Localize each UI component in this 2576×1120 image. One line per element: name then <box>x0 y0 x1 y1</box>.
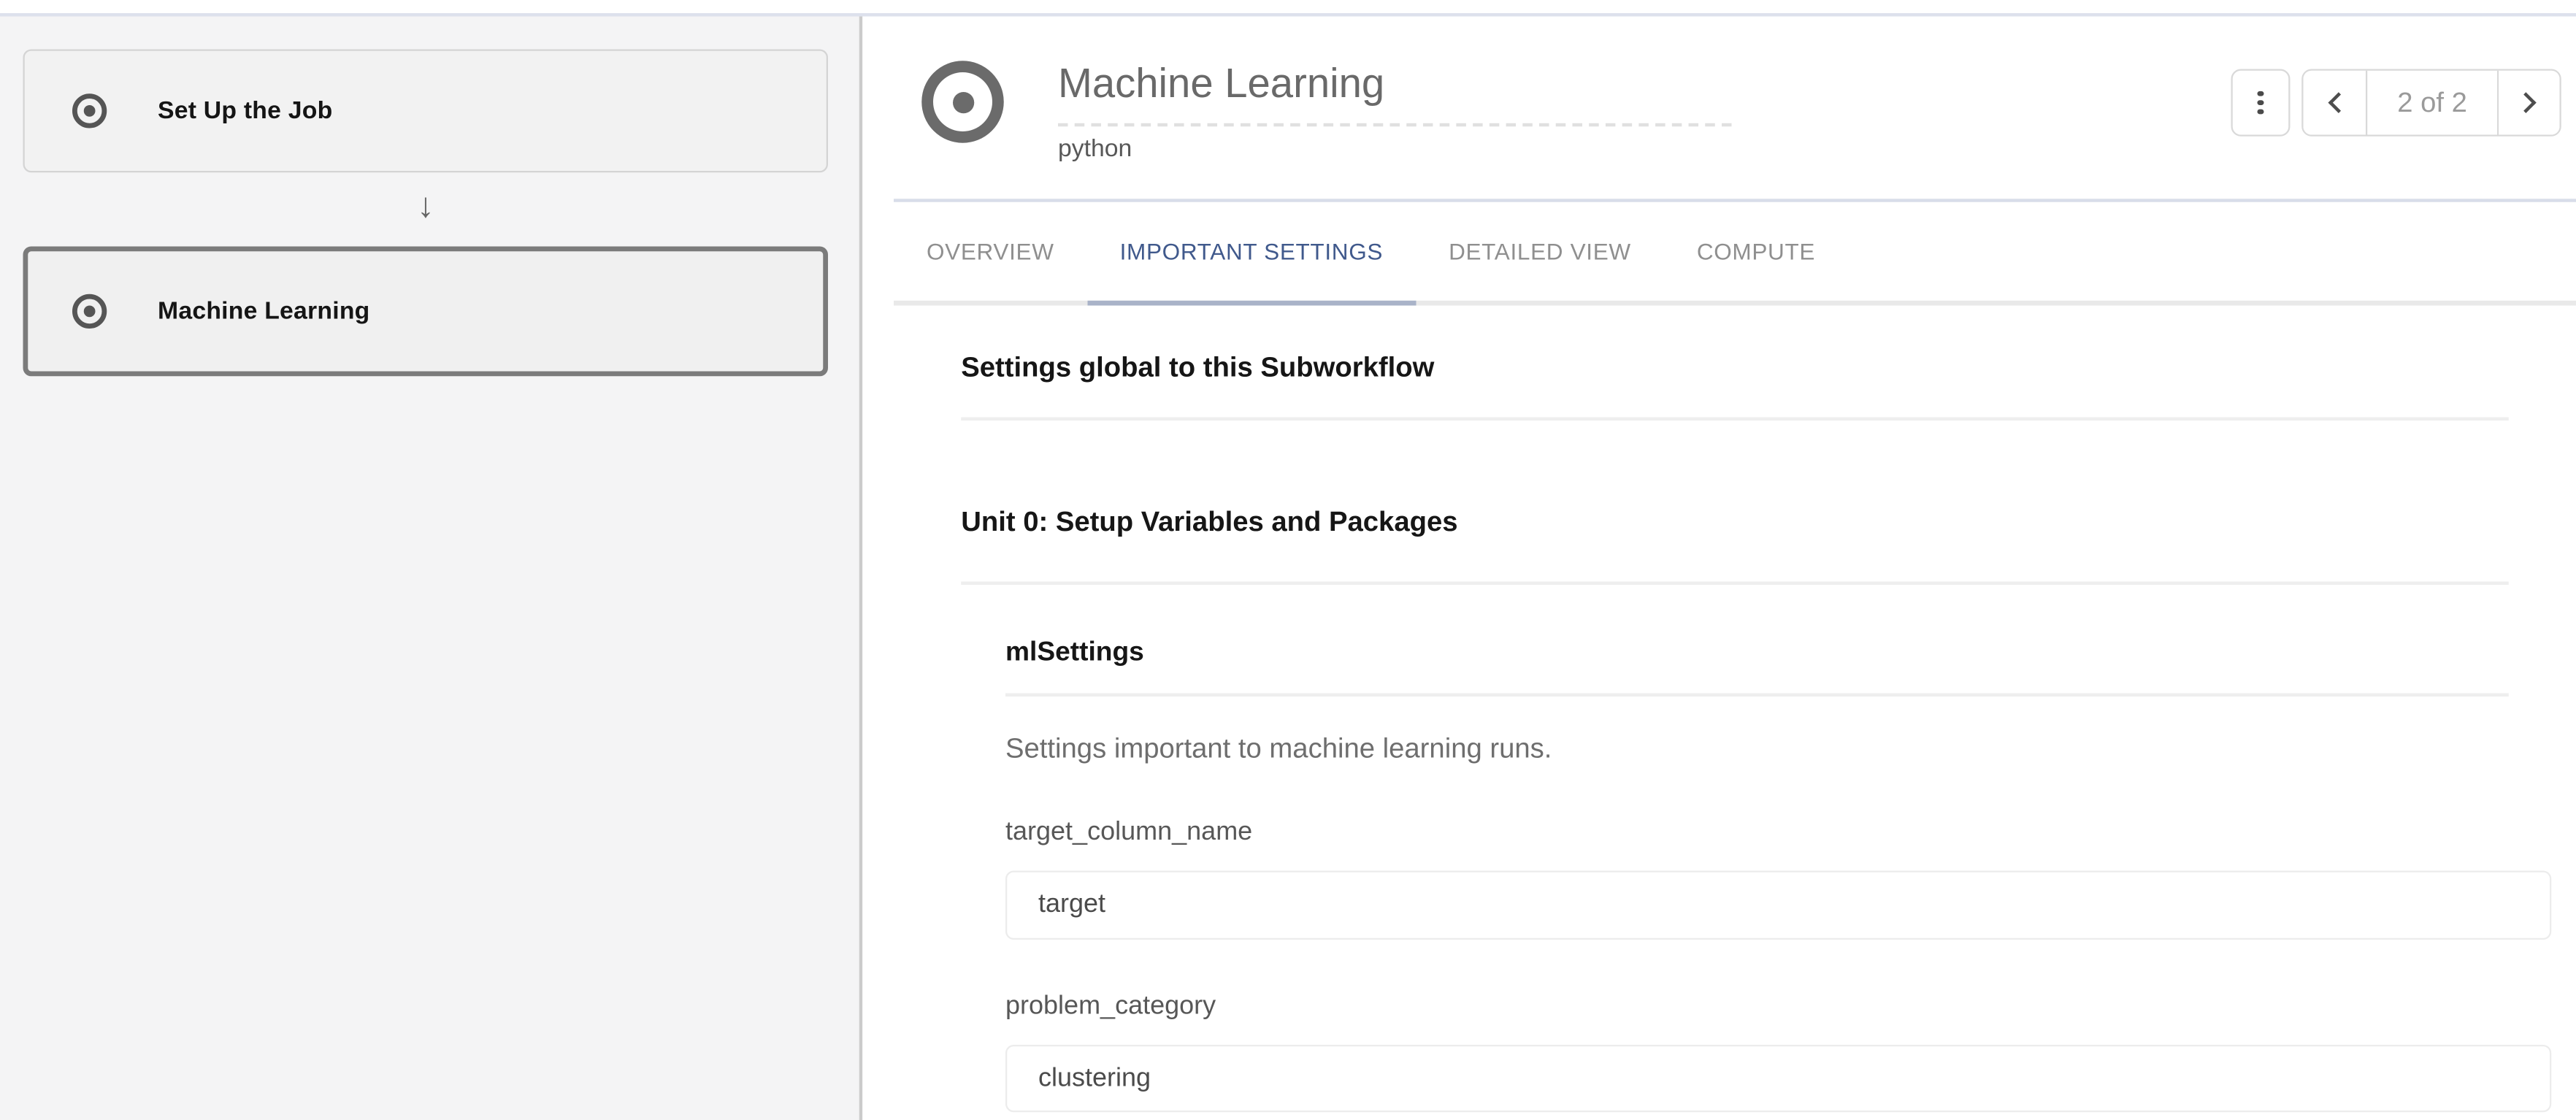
target-column-name-input[interactable] <box>1005 871 2551 940</box>
mlsettings-section: mlSettings Settings important to machine… <box>1005 636 2551 1113</box>
app-layout: Set Up the Job ↓ Machine Learning Machin… <box>0 17 2576 1120</box>
workflow-step-machine-learning[interactable]: Machine Learning <box>23 247 829 377</box>
field-label-problem-category: problem_category <box>1005 991 2551 1024</box>
field-label-target-column-name: target_column_name <box>1005 816 2551 849</box>
section-description: Settings important to machine learning r… <box>1005 731 2551 765</box>
step-pager: 2 of 2 <box>2301 69 2561 137</box>
tab-compute[interactable]: COMPUTE <box>1664 202 1848 306</box>
next-step-button[interactable] <box>2499 71 2559 135</box>
subworkflow-target-icon <box>921 61 1004 143</box>
page-title: Machine Learning <box>1058 58 1732 110</box>
target-icon <box>72 294 107 329</box>
prev-step-button[interactable] <box>2304 71 2366 135</box>
detail-panel: Machine Learning python 2 of 2 <box>862 17 2576 1120</box>
top-divider <box>0 0 2576 17</box>
settings-content: Settings global to this Subworkflow Unit… <box>862 350 2576 1112</box>
page-subtitle: python <box>1058 135 1732 163</box>
title-underline <box>1058 123 1732 127</box>
unit-0-heading: Unit 0: Setup Variables and Packages <box>961 505 2551 541</box>
tab-bar: OVERVIEW IMPORTANT SETTINGS DETAILED VIE… <box>894 202 2576 306</box>
page-indicator: 2 of 2 <box>2366 71 2499 135</box>
chevron-right-icon <box>2515 92 2537 113</box>
section-divider <box>961 418 2509 421</box>
workflow-sidebar: Set Up the Job ↓ Machine Learning <box>0 17 862 1120</box>
workflow-step-setup[interactable]: Set Up the Job <box>23 50 829 173</box>
arrow-down-icon: ↓ <box>23 181 829 234</box>
tab-detailed-view[interactable]: DETAILED VIEW <box>1416 202 1664 306</box>
target-icon <box>72 93 107 128</box>
step-label: Set Up the Job <box>158 97 332 125</box>
tab-overview[interactable]: OVERVIEW <box>894 202 1087 306</box>
panel-header: Machine Learning python 2 of 2 <box>862 17 2576 199</box>
tab-important-settings[interactable]: IMPORTANT SETTINGS <box>1087 202 1416 306</box>
problem-category-input[interactable] <box>1005 1045 2551 1112</box>
kebab-menu-icon <box>2258 100 2263 106</box>
chevron-left-icon <box>2327 92 2348 113</box>
step-label: Machine Learning <box>158 297 370 325</box>
page-root: Set Up the Job ↓ Machine Learning Machin… <box>0 0 2576 1120</box>
title-block: Machine Learning python <box>1058 58 1732 163</box>
section-divider <box>1005 694 2509 697</box>
section-divider <box>961 582 2509 586</box>
global-settings-heading: Settings global to this Subworkflow <box>961 350 2551 386</box>
header-controls: 2 of 2 <box>2231 69 2561 137</box>
more-options-button[interactable] <box>2231 69 2291 137</box>
mlsettings-heading: mlSettings <box>1005 636 2551 670</box>
